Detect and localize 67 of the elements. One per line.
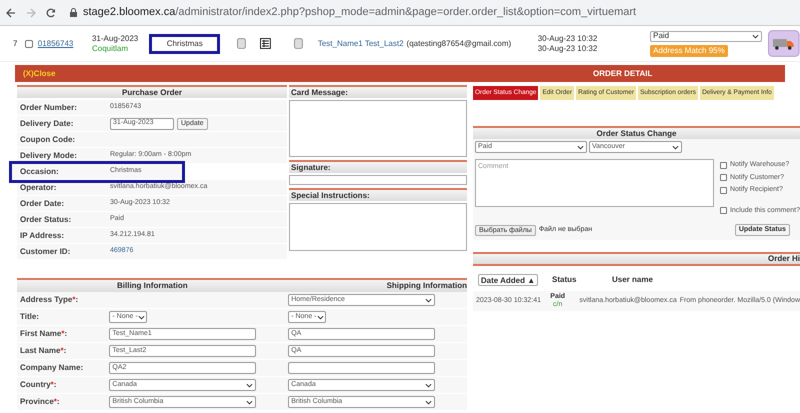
caret-icon bbox=[316, 314, 324, 320]
special-instructions-textarea[interactable] bbox=[289, 203, 467, 251]
row-number: 7 bbox=[13, 38, 18, 50]
lock-icon bbox=[70, 8, 77, 17]
occasion-text: Christmas bbox=[149, 34, 220, 54]
field-label: Order Status: bbox=[20, 214, 72, 226]
column-header: Status bbox=[552, 274, 578, 286]
signature-field[interactable] bbox=[289, 175, 467, 185]
caret-icon bbox=[246, 400, 254, 404]
address-bar[interactable]: stage2.bloomex.ca/administrator/index2.php?pshop_mode=admin&page=order.order_list&option=com_virtuemart bbox=[66, 2, 794, 22]
section-header: Card Message: bbox=[289, 85, 467, 98]
order-detail-title: ORDER DETAIL bbox=[593, 68, 652, 80]
section-header: Signature: bbox=[289, 160, 467, 173]
field-label: Delivery Date: bbox=[20, 118, 74, 130]
date-text: 30-Aug-23 10:32 bbox=[538, 44, 598, 54]
document-icon[interactable] bbox=[294, 38, 303, 49]
field-label: Delivery Mode: bbox=[20, 150, 78, 162]
field-label: Title: bbox=[20, 311, 40, 323]
caret-icon bbox=[425, 382, 432, 388]
sort-column-header[interactable]: Date Added ▲ bbox=[478, 274, 538, 286]
document-icon[interactable] bbox=[237, 38, 246, 49]
date-text: 30-Aug-23 10:32 bbox=[538, 34, 598, 44]
city-text: Coquitlam bbox=[92, 44, 129, 54]
caret-icon bbox=[672, 144, 679, 150]
caret-icon bbox=[138, 314, 145, 320]
checkbox[interactable] bbox=[720, 162, 727, 169]
status-select[interactable]: Paid bbox=[650, 30, 762, 42]
checkbox[interactable] bbox=[720, 207, 727, 214]
column-header: User name bbox=[612, 274, 653, 286]
caret-icon bbox=[246, 382, 254, 388]
field-label: Occasion: bbox=[20, 166, 60, 178]
caret-icon bbox=[425, 298, 432, 302]
field-label: Company Name: bbox=[20, 362, 84, 374]
card-message-textarea[interactable] bbox=[289, 100, 467, 157]
shipping-field[interactable] bbox=[288, 362, 436, 374]
delivery-date: 31-Aug-2023 bbox=[92, 34, 140, 44]
reload-icon[interactable] bbox=[46, 8, 56, 18]
caret-icon bbox=[752, 34, 760, 38]
order-number-link[interactable]: 01856743 bbox=[38, 38, 92, 50]
field-label: Address Type*: bbox=[20, 294, 80, 306]
row-checkbox[interactable] bbox=[24, 40, 33, 48]
caret-icon bbox=[425, 400, 432, 404]
billing-title: Billing Information bbox=[117, 280, 189, 292]
list-icon[interactable] bbox=[260, 38, 271, 49]
shipping-title: Shipping Information bbox=[386, 280, 467, 292]
customer-link[interactable]: Test_Name1 Test_Last2 bbox=[318, 38, 404, 50]
section-header: Order Status Change bbox=[473, 126, 800, 139]
address-match-badge: Address Match 95% bbox=[650, 44, 728, 56]
customer-email: (qatesting87654@gmail.com) bbox=[406, 38, 512, 50]
section-header: Purchase Order bbox=[17, 85, 287, 98]
field-label: Operator: bbox=[20, 182, 58, 194]
section-header: Special Instructions: bbox=[289, 188, 467, 201]
field-label: First Name*: bbox=[20, 328, 68, 340]
field-label: Customer ID: bbox=[20, 246, 72, 258]
truck-icon[interactable] bbox=[768, 30, 800, 57]
checkbox[interactable] bbox=[720, 186, 727, 194]
caret-icon bbox=[577, 144, 584, 150]
field-label: IP Address: bbox=[20, 230, 66, 242]
checkbox[interactable] bbox=[720, 174, 727, 182]
field-label: Order Date: bbox=[20, 198, 66, 210]
field-label: Province*: bbox=[20, 396, 61, 408]
section-header: Order Hi bbox=[473, 252, 800, 266]
field-label: Country*: bbox=[20, 379, 58, 391]
field-label: Last Name*: bbox=[20, 345, 68, 357]
field-label: Coupon Code: bbox=[20, 134, 76, 146]
back-arrow-icon[interactable] bbox=[6, 8, 16, 18]
field-label: Order Number: bbox=[20, 102, 78, 114]
